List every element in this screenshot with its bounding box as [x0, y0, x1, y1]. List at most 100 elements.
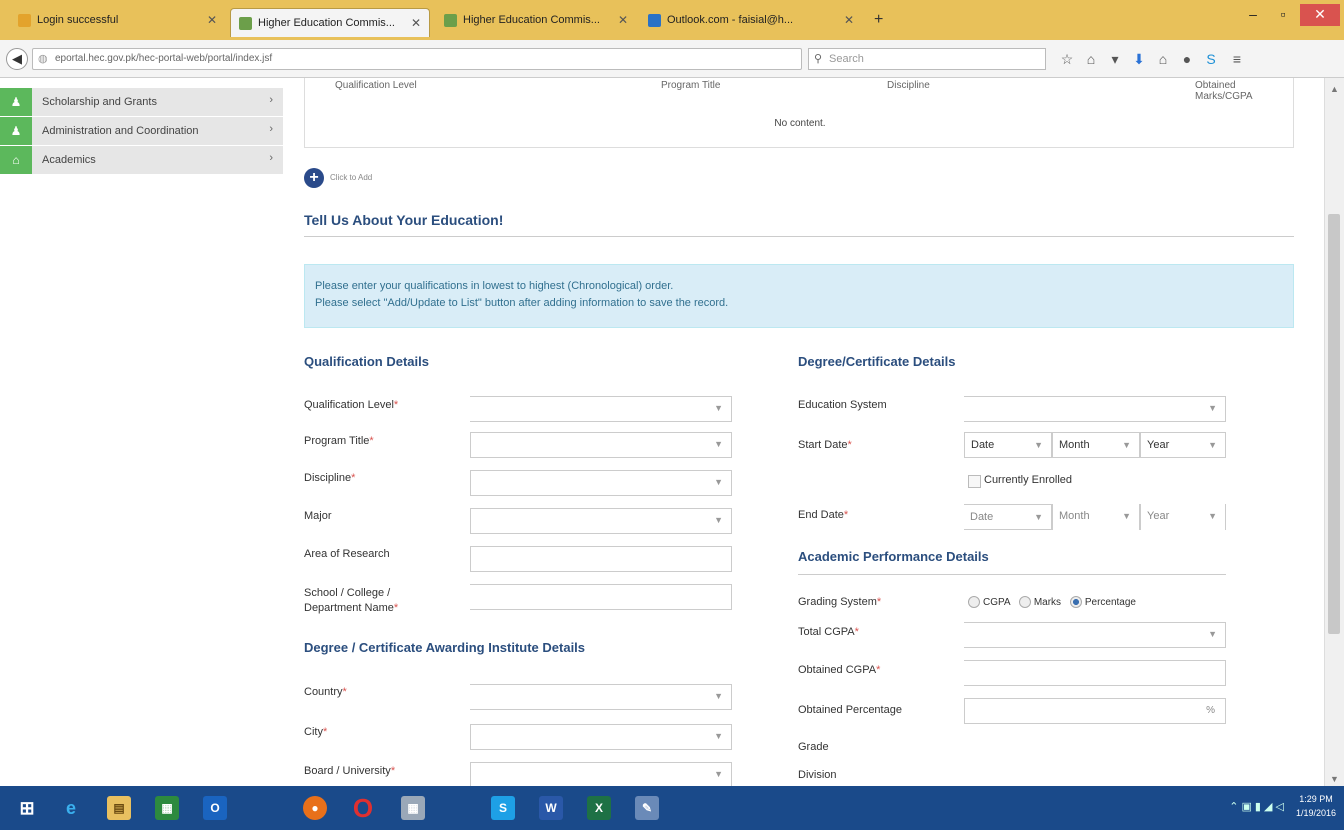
radio-label: Marks: [1033, 597, 1062, 608]
qualifications-table: Qualification Level Program Title Discip…: [304, 78, 1294, 148]
currently-enrolled-checkbox[interactable]: [968, 475, 981, 488]
board-university-label: Board / University*: [304, 765, 396, 777]
scroll-down-icon[interactable]: ▼: [1330, 774, 1339, 784]
tab-login-successful[interactable]: Login successful ✕: [10, 7, 225, 33]
tab-label: Login successful: [37, 14, 119, 26]
radio-label: Percentage: [1084, 597, 1136, 608]
opera-icon[interactable]: O: [340, 790, 386, 826]
bookmark-star-icon[interactable]: ☆: [1058, 50, 1076, 68]
page-favicon-icon: [18, 13, 31, 27]
grading-system-radio-group: CGPA Marks Percentage: [968, 595, 1136, 610]
tab-outlook[interactable]: Outlook.com - faisial@h... ✕: [640, 7, 862, 33]
browser-toolbar: ◀ ◍ eportal.hec.gov.pk/hec-portal-web/po…: [0, 40, 1344, 78]
close-tab-icon[interactable]: ✕: [207, 13, 217, 27]
menu-hamburger-icon[interactable]: ≡: [1228, 50, 1246, 68]
major-select[interactable]: ▼: [470, 508, 732, 534]
academic-performance-title: Academic Performance Details: [798, 549, 989, 564]
back-arrow-icon[interactable]: ◀: [6, 48, 28, 70]
outlook-favicon-icon: [648, 13, 661, 27]
percent-suffix: %: [1206, 705, 1215, 716]
area-of-research-label: Area of Research: [304, 548, 390, 560]
file-explorer-icon[interactable]: ▤: [96, 790, 142, 826]
school-name-input[interactable]: [470, 584, 732, 610]
column-header: Discipline: [887, 80, 930, 91]
pocket-icon[interactable]: ▾: [1106, 50, 1124, 68]
page-scrollbar[interactable]: ▲ ▼: [1324, 78, 1344, 786]
tab-higher-education-active[interactable]: Higher Education Commis... ✕: [230, 8, 430, 37]
add-link[interactable]: Click to Add: [330, 173, 372, 182]
browser-tab-strip: Login successful ✕ Higher Education Comm…: [0, 0, 1344, 40]
skype-addon-icon[interactable]: S: [1202, 50, 1220, 68]
scroll-thumb[interactable]: [1328, 214, 1340, 634]
tab-label: Outlook.com - faisial@h...: [667, 14, 794, 26]
minimize-icon[interactable]: –: [1238, 4, 1268, 26]
program-title-select[interactable]: ▼: [470, 432, 732, 458]
scroll-up-icon[interactable]: ▲: [1330, 84, 1339, 94]
skype-icon[interactable]: S: [480, 790, 526, 826]
start-date-year-select[interactable]: Year ▼: [1140, 432, 1226, 458]
word-icon[interactable]: W: [528, 790, 574, 826]
paint-icon[interactable]: ✎: [624, 790, 670, 826]
end-date-day-select[interactable]: Date ▼: [964, 504, 1052, 530]
column-header: Qualification Level: [335, 80, 417, 91]
city-select[interactable]: ▼: [470, 724, 732, 750]
radio-marks[interactable]: [1018, 596, 1031, 609]
search-placeholder: Search: [829, 53, 864, 65]
tab-higher-education[interactable]: Higher Education Commis... ✕: [436, 7, 636, 33]
close-tab-icon[interactable]: ✕: [618, 13, 628, 27]
radio-cgpa[interactable]: [968, 596, 980, 609]
grading-system-label: Grading System*: [798, 596, 882, 608]
radio-percentage[interactable]: [1069, 596, 1082, 609]
globe-icon: ◍: [38, 53, 48, 65]
system-tray-icons[interactable]: ⌃ ▣ ▮ ◢ ◁: [1229, 800, 1284, 813]
chevron-down-icon: ▼: [714, 731, 723, 741]
start-date-month-select[interactable]: Month ▼: [1052, 432, 1140, 458]
discipline-select[interactable]: ▼: [470, 470, 732, 496]
radio-label: CGPA: [983, 597, 1011, 608]
obtained-cgpa-label: Obtained CGPA*: [798, 664, 881, 676]
tab-label: Higher Education Commis...: [463, 14, 600, 26]
close-tab-icon[interactable]: ✕: [844, 13, 854, 27]
new-tab-plus-icon[interactable]: +: [874, 11, 883, 29]
education-system-select[interactable]: ▼: [964, 396, 1226, 422]
maximize-icon[interactable]: ▫: [1268, 4, 1298, 26]
board-university-select[interactable]: ▼: [470, 762, 732, 786]
education-system-label: Education System: [798, 399, 887, 411]
internet-explorer-icon[interactable]: e: [48, 790, 94, 826]
firefox-icon[interactable]: ●: [292, 790, 338, 826]
start-windows-icon[interactable]: ⊞: [4, 790, 50, 826]
clock-date: 1/19/2016: [1295, 808, 1336, 818]
chat-icon[interactable]: ●: [1178, 50, 1196, 68]
add-plus-icon[interactable]: +: [304, 168, 324, 188]
calculator-icon[interactable]: ▦: [390, 790, 436, 826]
store-icon[interactable]: ▦: [144, 790, 190, 826]
window-close-icon[interactable]: ✕: [1300, 4, 1340, 26]
address-bar[interactable]: ◍ eportal.hec.gov.pk/hec-portal-web/port…: [32, 48, 802, 70]
bookmarks-menu-icon[interactable]: ⌂: [1082, 50, 1100, 68]
end-date-year-select[interactable]: Year ▼: [1140, 504, 1226, 530]
clock-time: 1:29 PM: [1299, 794, 1333, 804]
search-input[interactable]: ⚲ Search: [808, 48, 1046, 70]
qualification-details-title: Qualification Details: [304, 354, 429, 369]
downloads-icon[interactable]: ⬇: [1130, 50, 1148, 68]
home-icon[interactable]: ⌂: [1154, 50, 1172, 68]
close-tab-icon[interactable]: ✕: [411, 16, 421, 30]
chevron-down-icon: ▼: [1208, 440, 1217, 450]
obtained-cgpa-input[interactable]: [964, 660, 1226, 686]
area-of-research-input[interactable]: [470, 546, 732, 572]
taskbar-clock[interactable]: 1:29 PM 1/19/2016: [1296, 792, 1336, 820]
qualification-level-select[interactable]: ▼: [470, 396, 732, 422]
institute-details-title: Degree / Certificate Awarding Institute …: [304, 640, 586, 655]
total-cgpa-select[interactable]: ▼: [964, 622, 1226, 648]
obtained-percentage-input[interactable]: %: [964, 698, 1226, 724]
outlook-app-icon[interactable]: O: [192, 790, 238, 826]
obtained-percentage-label: Obtained Percentage: [798, 704, 902, 716]
windows-taskbar: ⊞ e ▤ ▦ O ● O ▦ S W X ✎ ⌃ ▣ ▮ ◢ ◁ 1:29 P…: [0, 786, 1344, 830]
chevron-down-icon: ▼: [714, 769, 723, 779]
start-date-day-select[interactable]: Date ▼: [964, 432, 1052, 458]
end-date-month-select[interactable]: Month ▼: [1052, 504, 1140, 530]
country-select[interactable]: ▼: [470, 684, 732, 710]
degree-details-title: Degree/Certificate Details: [798, 354, 956, 369]
chevron-down-icon: ▼: [714, 691, 723, 701]
excel-icon[interactable]: X: [576, 790, 622, 826]
